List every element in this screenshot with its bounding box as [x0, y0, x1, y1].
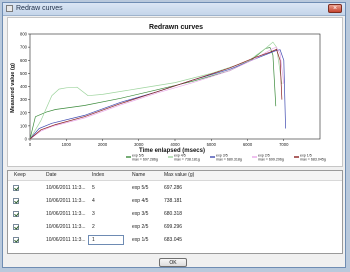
legend-series-max: max = 683.045g [300, 158, 326, 162]
experiments-table: Keep Date Index Name Max value (g) 10/06… [7, 170, 343, 254]
legend-series-max: max = 738.181g [174, 158, 200, 162]
y-tick-label: 700 [20, 45, 28, 50]
keep-checkbox[interactable] [13, 185, 19, 191]
x-tick-label: 5000 [207, 142, 217, 147]
legend-series-max: max = 680.318g [216, 158, 242, 162]
max-value-cell: 699.296 [164, 224, 183, 230]
name-cell: exp 5/5 [132, 185, 149, 191]
name-cell: exp 2/5 [132, 224, 149, 230]
table-header: Keep Date Index Name Max value (g) [8, 171, 342, 181]
y-axis-label: Measured value (g) [10, 63, 16, 113]
table-row[interactable]: 10/06/2011 11:3... 3 exp 3/5 680.318 [8, 208, 342, 220]
chart-panel: Redrawn curves Measured value (g) Time e… [7, 17, 343, 167]
x-tick-label: 4000 [170, 142, 180, 147]
table-row[interactable]: 10/06/2011 11:3... 1 exp 1/5 683.045 [8, 234, 342, 246]
index-cell[interactable]: 2 [92, 224, 95, 230]
keep-checkbox[interactable] [13, 211, 19, 217]
y-tick-label: 500 [20, 71, 28, 76]
title-bar[interactable]: Redraw curves × [3, 3, 345, 16]
y-tick-label: 600 [20, 58, 28, 63]
legend-series-max: max = 697.286g [132, 158, 158, 162]
max-value-cell: 697.286 [164, 185, 183, 191]
ok-button[interactable]: OK [159, 258, 187, 267]
header-name: Name [132, 172, 146, 178]
x-tick-label: 6000 [243, 142, 253, 147]
close-button[interactable]: × [328, 4, 342, 13]
series-line-exp-3-5 [29, 49, 286, 140]
index-cell[interactable]: 4 [92, 198, 95, 204]
header-keep: Keep [14, 172, 26, 178]
max-value-cell: 738.181 [164, 198, 183, 204]
x-tick-label: 0 [29, 142, 32, 147]
table-row[interactable]: 10/06/2011 11:3... 4 exp 4/5 738.181 [8, 195, 342, 207]
date-cell: 10/06/2011 11:3... [46, 185, 86, 191]
y-tick-label: 100 [20, 123, 28, 128]
keep-checkbox[interactable] [13, 198, 19, 204]
y-tick-label: 400 [20, 84, 28, 89]
x-tick-label: 2000 [98, 142, 108, 147]
redraw-curves-window: Redraw curves × Redrawn curves Measured … [2, 2, 346, 268]
name-cell: exp 4/5 [132, 198, 149, 204]
y-tick-label: 0 [25, 137, 28, 142]
index-cell[interactable]: 5 [92, 185, 95, 191]
keep-checkbox[interactable] [13, 224, 19, 230]
y-tick-label: 800 [20, 32, 28, 37]
window-title: Redraw curves [16, 5, 63, 12]
index-cell[interactable]: 3 [92, 211, 95, 217]
date-cell: 10/06/2011 11:3... [46, 237, 86, 243]
max-value-cell: 683.045 [164, 237, 183, 243]
date-cell: 10/06/2011 11:3... [46, 198, 86, 204]
header-date: Date [46, 172, 57, 178]
date-cell: 10/06/2011 11:3... [46, 224, 86, 230]
x-tick-label: 1000 [62, 142, 72, 147]
header-max-value: Max value (g) [164, 172, 195, 178]
y-tick-label: 300 [20, 97, 28, 102]
keep-checkbox[interactable] [13, 237, 19, 243]
index-cell[interactable]: 1 [92, 237, 95, 243]
x-tick-label: 3000 [134, 142, 144, 147]
redrawn-curves-chart: Redrawn curves Measured value (g) Time e… [10, 24, 326, 162]
app-icon [6, 5, 13, 12]
table-row[interactable]: 10/06/2011 11:3... 5 exp 5/5 697.286 [8, 182, 342, 194]
x-axis-label: Time enlapsed (msecs) [139, 148, 205, 154]
name-cell: exp 3/5 [132, 211, 149, 217]
y-tick-label: 200 [20, 110, 28, 115]
x-tick-label: 7000 [279, 142, 289, 147]
series-line-exp-4-5 [29, 41, 283, 140]
legend-series-max: max = 699.296g [258, 158, 284, 162]
name-cell: exp 1/5 [132, 237, 149, 243]
table-row[interactable]: 10/06/2011 11:3... 2 exp 2/5 699.296 [8, 221, 342, 233]
date-cell: 10/06/2011 11:3... [46, 211, 86, 217]
max-value-cell: 680.318 [164, 211, 183, 217]
chart-title: Redrawn curves [149, 24, 203, 31]
header-index: Index [92, 172, 105, 178]
